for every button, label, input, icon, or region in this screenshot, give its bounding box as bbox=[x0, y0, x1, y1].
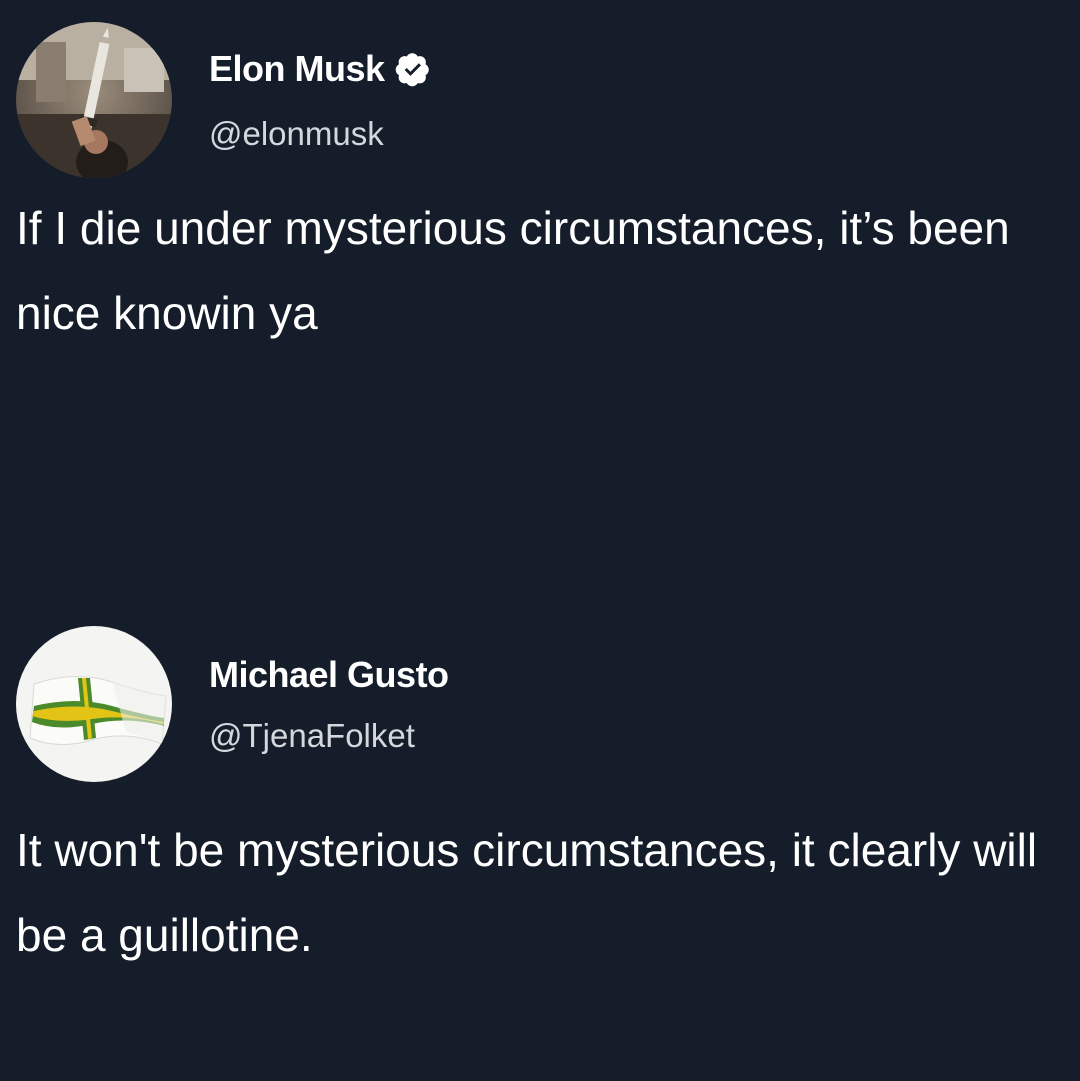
tweet-text: If I die under mysterious circumstances,… bbox=[16, 202, 1010, 339]
author-display-name[interactable]: Elon Musk bbox=[209, 48, 385, 90]
profile-photo-icon bbox=[16, 22, 172, 178]
tweet-text: It won't be mysterious circumstances, it… bbox=[16, 824, 1038, 961]
screenshot-page: Elon Musk @elonmusk If I die under myste… bbox=[0, 0, 1080, 1081]
verified-badge-icon bbox=[395, 53, 429, 87]
avatar-elon[interactable] bbox=[16, 22, 172, 178]
author-display-name[interactable]: Michael Gusto bbox=[209, 654, 449, 696]
avatar-michael[interactable] bbox=[16, 626, 172, 782]
author-handle[interactable]: @elonmusk bbox=[209, 115, 384, 153]
author-name-row: Elon Musk bbox=[209, 47, 431, 91]
flag-avatar-icon bbox=[16, 626, 172, 782]
author-handle[interactable]: @TjenaFolket bbox=[209, 717, 415, 755]
author-name-row: Michael Gusto bbox=[209, 653, 449, 697]
